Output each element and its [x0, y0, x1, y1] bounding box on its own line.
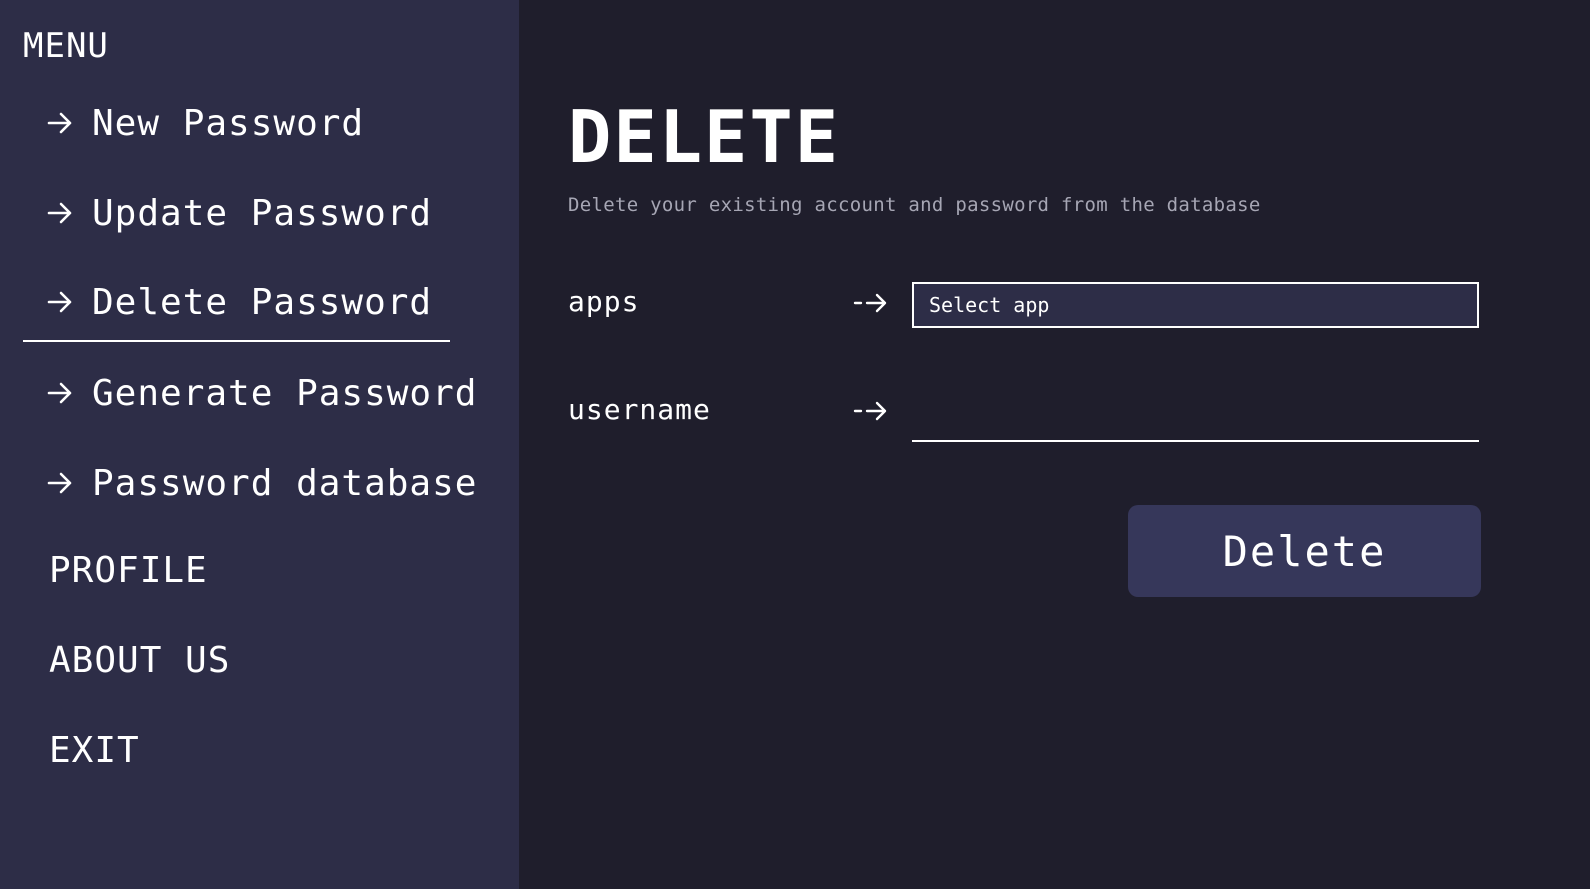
- nav-item-new-password[interactable]: New Password: [46, 99, 364, 147]
- nav-item-label: Delete Password: [92, 281, 433, 323]
- arrow-right-icon: [853, 293, 887, 313]
- page-title: DELETE: [568, 95, 841, 179]
- username-label: username: [568, 393, 711, 426]
- app-window: MENU New Password Update Password Delete…: [0, 0, 1590, 889]
- nav-item-delete-password[interactable]: Delete Password: [46, 278, 432, 326]
- apps-label: apps: [568, 285, 640, 318]
- nav-item-label: New Password: [92, 102, 365, 144]
- arrow-right-icon: [47, 112, 72, 134]
- arrow-right-icon: [47, 291, 72, 313]
- nav-item-generate-password[interactable]: Generate Password: [46, 369, 477, 417]
- username-input[interactable]: [912, 390, 1479, 442]
- menu-heading: MENU: [23, 26, 109, 66]
- nav-profile[interactable]: PROFILE: [49, 550, 208, 591]
- arrow-right-icon: [47, 202, 72, 224]
- page-subtitle: Delete your existing account and passwor…: [568, 194, 1261, 216]
- nav-item-label: Password database: [92, 462, 478, 504]
- apps-select[interactable]: Select app: [912, 282, 1479, 328]
- arrow-right-icon: [47, 472, 72, 494]
- active-nav-underline: [23, 340, 450, 342]
- nav-item-password-database[interactable]: Password database: [46, 459, 477, 507]
- arrow-right-icon: [47, 382, 72, 404]
- delete-button[interactable]: Delete: [1128, 505, 1481, 597]
- apps-select-value: Select app: [929, 293, 1050, 317]
- nav-exit[interactable]: EXIT: [49, 730, 140, 771]
- arrow-right-icon: [853, 401, 887, 421]
- nav-item-label: Generate Password: [92, 372, 478, 414]
- nav-item-label: Update Password: [92, 192, 433, 234]
- nav-item-update-password[interactable]: Update Password: [46, 189, 432, 237]
- sidebar: MENU New Password Update Password Delete…: [0, 0, 519, 889]
- nav-about-us[interactable]: ABOUT US: [49, 640, 230, 681]
